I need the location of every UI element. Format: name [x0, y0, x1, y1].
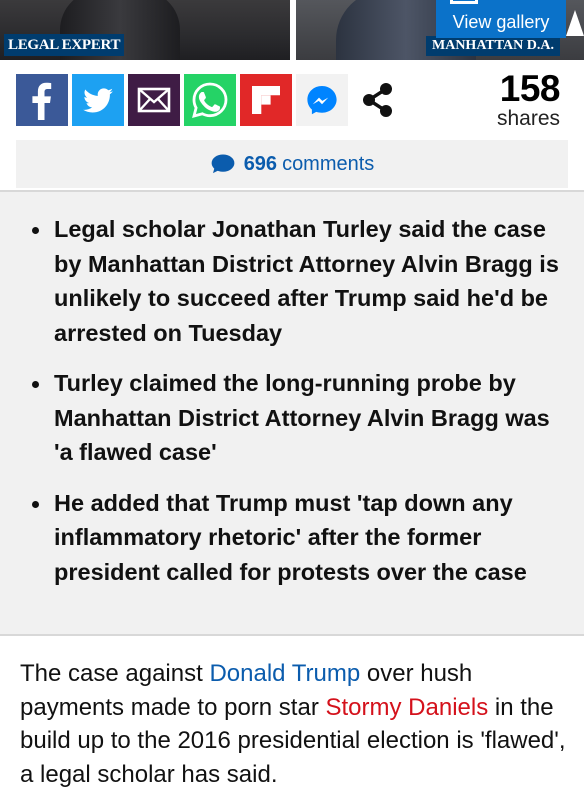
whatsapp-share-button[interactable] [184, 74, 236, 126]
more-share-button[interactable] [352, 74, 404, 126]
stormy-daniels-link[interactable]: Stormy Daniels [325, 694, 488, 721]
whatsapp-icon [192, 82, 228, 118]
share-bar [16, 74, 404, 126]
share-count: 158 shares [496, 68, 561, 130]
share-count-number: 158 [499, 68, 561, 109]
camera-icon [450, 0, 478, 4]
photo-caption-right: MANHATTAN D.A. [426, 36, 560, 56]
messenger-icon [307, 86, 337, 115]
email-share-button[interactable] [128, 74, 180, 126]
flipboard-icon [252, 86, 280, 114]
email-icon [137, 87, 171, 113]
summary-bullet: He added that Trump must 'tap down any i… [24, 486, 564, 590]
view-gallery-label: View gallery [452, 12, 550, 32]
view-gallery-button[interactable]: View gallery [436, 0, 566, 38]
article-text: The case against [20, 660, 210, 687]
twitter-icon [83, 88, 113, 113]
twitter-share-button[interactable] [72, 74, 124, 126]
messenger-share-button[interactable] [296, 74, 348, 126]
comment-bubble-icon [211, 154, 235, 174]
photo-caption-left: LEGAL EXPERT [4, 34, 125, 56]
share-icon [363, 83, 392, 117]
comments-link[interactable]: 696 comments [16, 140, 568, 188]
donald-trump-link[interactable]: Donald Trump [209, 660, 360, 687]
article-image[interactable]: LEGAL EXPERT MANHATTAN D.A. View gallery [0, 0, 584, 60]
flipboard-share-button[interactable] [240, 74, 292, 126]
comments-count: 696 [243, 152, 278, 175]
summary-list: Legal scholar Jonathan Turley said the c… [24, 212, 564, 605]
summary-bullet: Turley claimed the long-running probe by… [24, 366, 564, 470]
article-summary: Legal scholar Jonathan Turley said the c… [0, 190, 584, 636]
facebook-icon [32, 82, 52, 120]
comments-label: comments [282, 152, 375, 175]
share-count-label: shares [496, 107, 560, 130]
image-corner-decoration [566, 10, 584, 36]
facebook-share-button[interactable] [16, 74, 68, 126]
article-paragraph: The case against Donald Trump over hush … [20, 657, 572, 791]
summary-bullet: Legal scholar Jonathan Turley said the c… [24, 212, 564, 350]
